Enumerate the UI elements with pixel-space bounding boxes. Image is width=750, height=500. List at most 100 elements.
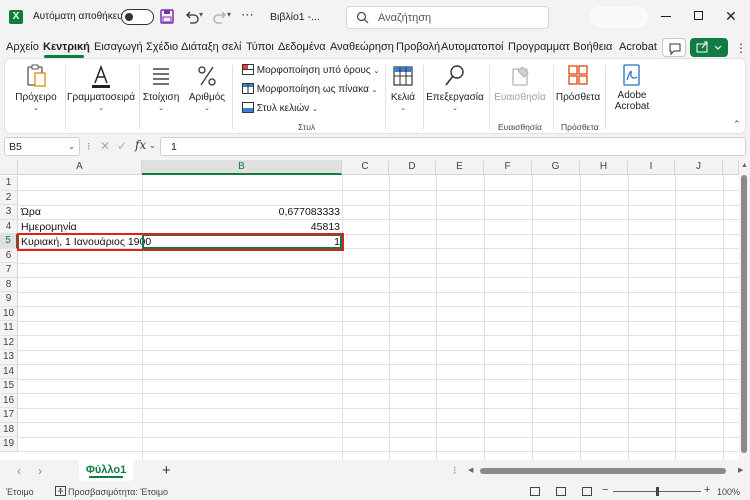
column-header-f[interactable]: F [484,160,532,175]
row-header-7[interactable]: 7 [0,263,18,278]
chevron-down-icon[interactable]: ▾ [227,10,231,19]
row-header-11[interactable]: 11 [0,321,18,336]
column-header-d[interactable]: D [389,160,436,175]
more-icon[interactable]: ⋯ [241,7,254,23]
column-header-g[interactable]: G [532,160,580,175]
row-header-15[interactable]: 15 [0,379,18,394]
row-header-3[interactable]: 3 [0,205,18,220]
scroll-left-icon[interactable]: ◀ [468,466,473,474]
zoom-level[interactable]: 100% [717,487,740,497]
maximize-icon[interactable] [694,11,703,20]
addins-button[interactable]: Πρόσθετα [555,63,601,103]
row-header-9[interactable]: 9 [0,292,18,307]
zoom-out-icon[interactable]: − [602,484,608,496]
cell-b3[interactable]: 0,677083333 [144,205,340,219]
chevron-down-icon[interactable]: ⌄ [149,141,156,150]
cancel-icon[interactable]: ✕ [100,139,110,153]
chevron-right-icon[interactable]: › [38,464,42,478]
add-sheet-icon[interactable]: + [162,462,171,479]
cell-b4[interactable]: 45813 [144,220,340,234]
scroll-right-icon[interactable]: ▶ [738,466,743,474]
editing-button[interactable]: Επεξεργασία ⌄ [425,63,485,112]
row-header-5[interactable]: 5 [0,234,18,249]
row-header-4[interactable]: 4 [0,219,18,234]
tab-help[interactable]: Βοήθεια [573,41,612,53]
number-button[interactable]: Αριθμός ⌄ [187,63,227,112]
tab-automate[interactable]: Αυτοματοποί [441,41,504,53]
row-header-19[interactable]: 19 [0,437,18,452]
insert-function-icon[interactable]: fx [135,138,146,152]
sheet-tab-active[interactable]: Φύλλο1 [79,460,133,481]
alignment-button[interactable]: Στοίχιση ⌄ [141,63,181,112]
column-header-partial[interactable] [723,160,739,175]
undo-icon[interactable] [184,9,200,25]
zoom-slider-knob[interactable] [656,487,659,496]
row-header-18[interactable]: 18 [0,422,18,437]
tab-insert[interactable]: Εισαγωγή [94,41,143,53]
clipboard-button[interactable]: Πρόχειρο ⌄ [11,63,61,112]
normal-view-icon[interactable] [530,487,540,496]
cell-styles-button[interactable]: Στυλ κελιών ⌄ [242,102,318,114]
formula-input[interactable]: 1 [160,137,746,156]
collapse-ribbon-icon[interactable]: ⌃ [733,119,741,130]
check-icon[interactable]: ✓ [117,139,127,153]
save-icon[interactable] [160,9,174,24]
tab-view[interactable]: Προβολή [396,41,440,53]
row-header-17[interactable]: 17 [0,408,18,423]
column-header-b[interactable]: B [142,160,342,175]
cells-button[interactable]: Κελιά ⌄ [389,63,417,112]
conditional-formatting-button[interactable]: Μορφοποίηση υπό όρους ⌄ [242,64,379,76]
tab-home[interactable]: Κεντρική [43,41,90,53]
column-header-i[interactable]: I [628,160,675,175]
scroll-up-icon[interactable]: ▲ [741,162,748,169]
column-header-e[interactable]: E [436,160,484,175]
vertical-scrollbar[interactable]: ▲ [739,160,750,460]
tab-formulas[interactable]: Τύποι [246,41,274,53]
column-header-a[interactable]: A [18,160,142,175]
column-header-c[interactable]: C [342,160,389,175]
minimize-icon[interactable] [661,16,671,17]
row-header-12[interactable]: 12 [0,335,18,350]
adobe-acrobat-button[interactable]: Adobe Acrobat [609,63,655,112]
tab-page-layout[interactable]: Διάταξη σελί [181,41,241,53]
chevron-down-icon[interactable]: ▾ [199,10,203,19]
tab-draw[interactable]: Σχέδιο [146,41,178,53]
row-header-2[interactable]: 2 [0,190,18,205]
redo-icon[interactable] [212,9,228,25]
column-header-j[interactable]: J [675,160,723,175]
horizontal-scrollbar-thumb[interactable] [480,468,726,474]
row-header-14[interactable]: 14 [0,364,18,379]
format-as-table-button[interactable]: Μορφοποίηση ως πίνακα ⌄ [242,83,378,95]
tab-developer[interactable]: Προγραμματ [508,41,570,53]
splitter-grip-icon[interactable]: ⁝ [453,464,457,477]
page-layout-view-icon[interactable] [556,487,566,496]
select-all-corner[interactable] [0,160,18,175]
account-area[interactable] [590,6,648,28]
share-button[interactable] [690,38,728,57]
row-header-13[interactable]: 13 [0,350,18,365]
page-break-view-icon[interactable] [582,487,592,496]
close-icon[interactable]: ✕ [725,8,737,25]
font-button[interactable]: Γραμματοσειρά ⌄ [67,63,135,112]
accessibility-status[interactable]: Προσβασιμότητα: Έτοιμο [68,487,168,497]
row-header-10[interactable]: 10 [0,306,18,321]
chevron-left-icon[interactable]: ‹ [17,464,21,478]
more-options-icon[interactable]: ⋮ [735,41,747,55]
row-header-16[interactable]: 16 [0,393,18,408]
comments-button[interactable] [662,38,686,57]
scrollbar-thumb[interactable] [741,175,747,453]
tab-file[interactable]: Αρχείο [6,41,39,53]
tab-review[interactable]: Αναθεώρηση [330,41,394,53]
name-box[interactable]: B5 ⌄ [4,137,80,156]
cell-a3[interactable]: Ώρα [21,205,41,219]
autosave-toggle[interactable] [121,9,154,25]
row-header-6[interactable]: 6 [0,248,18,263]
row-header-8[interactable]: 8 [0,277,18,292]
zoom-in-icon[interactable]: + [704,484,710,496]
column-header-h[interactable]: H [580,160,628,175]
search-input[interactable]: Αναζήτηση [346,6,549,29]
tab-data[interactable]: Δεδομένα [278,41,326,53]
sensitivity-button[interactable]: Ευαισθησία [491,63,549,103]
tab-acrobat[interactable]: Acrobat [619,41,657,53]
row-header-1[interactable]: 1 [0,176,18,191]
